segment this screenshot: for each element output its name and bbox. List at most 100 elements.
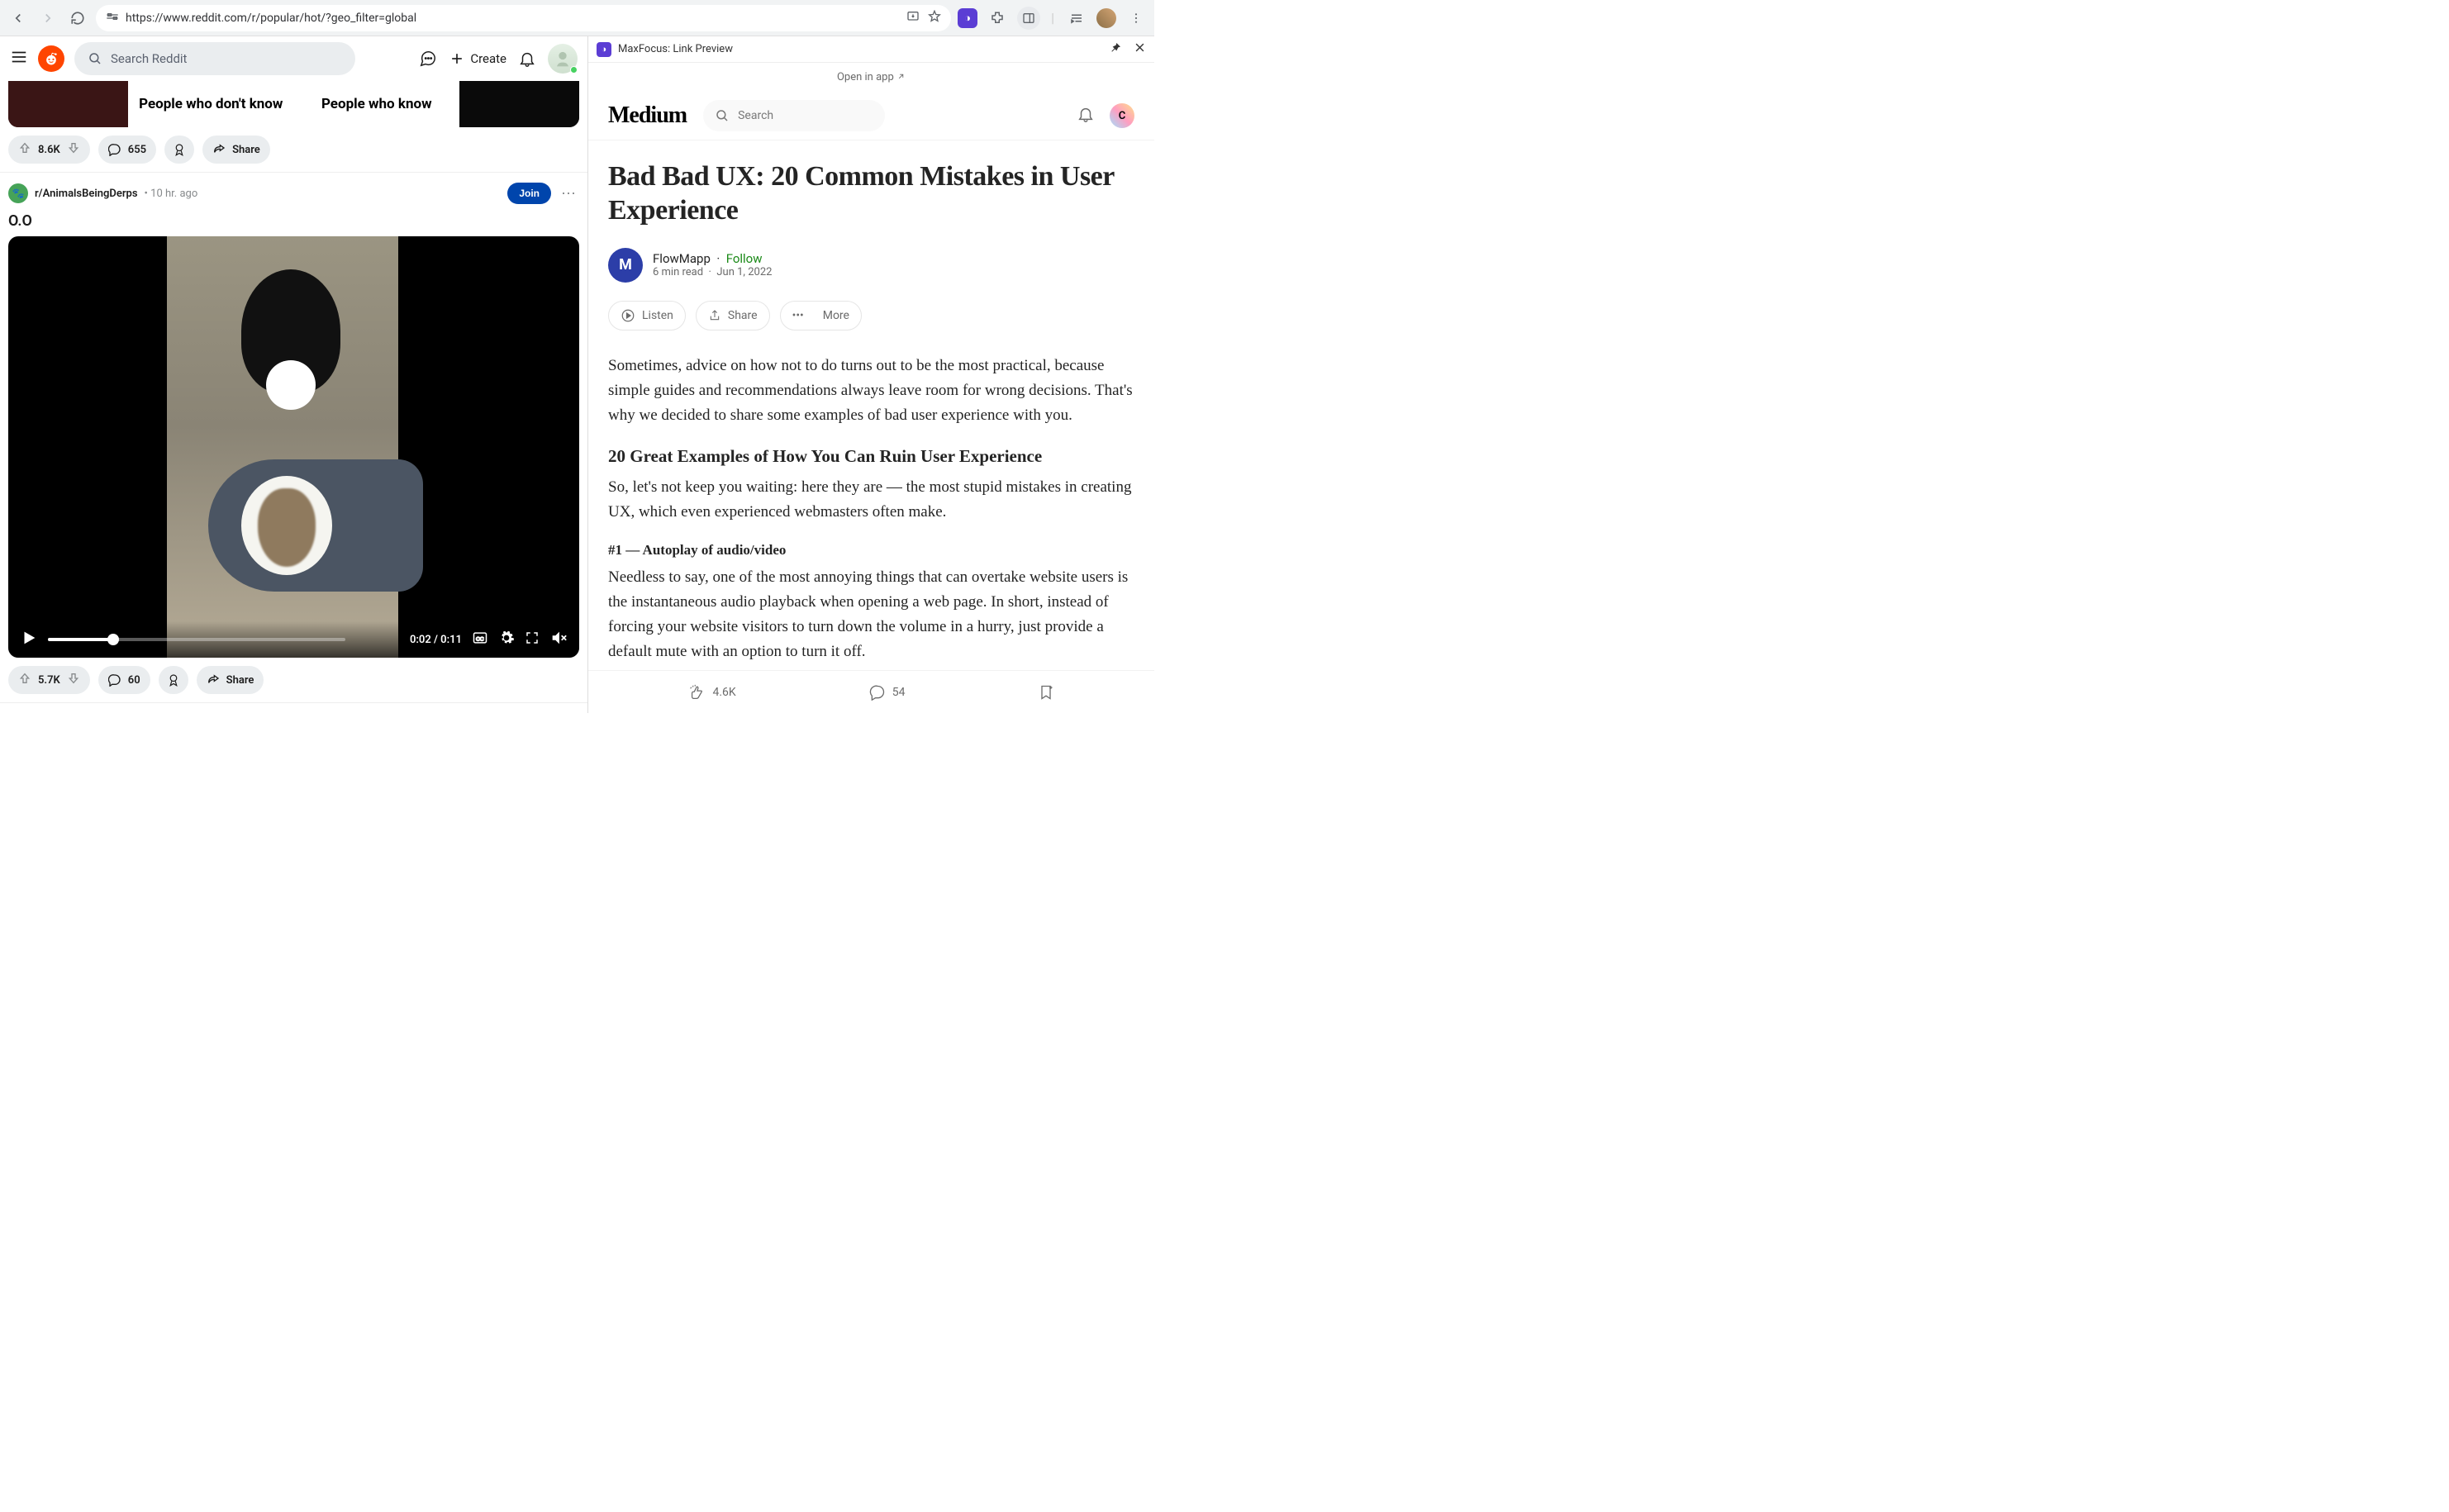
extension-header: ◑ MaxFocus: Link Preview xyxy=(588,36,1154,63)
award-button[interactable] xyxy=(164,136,194,164)
vote-count: 8.6K xyxy=(38,144,60,156)
forward-button[interactable] xyxy=(36,7,59,30)
extension-logo-icon: ◑ xyxy=(597,42,611,57)
responses-button[interactable]: 54 xyxy=(869,684,906,701)
medium-logo[interactable]: Medium xyxy=(608,102,687,129)
article-title: Bad Bad UX: 20 Common Mistakes in User E… xyxy=(608,160,1134,228)
engagement-bar: 4.6K 54 xyxy=(588,670,1154,713)
create-button[interactable]: Create xyxy=(449,50,506,67)
extension-name: MaxFocus: Link Preview xyxy=(618,43,733,55)
response-count: 54 xyxy=(892,686,906,699)
seek-bar[interactable] xyxy=(48,638,345,641)
post-video[interactable]: 0:02 / 0:11 CC xyxy=(8,236,579,658)
comments-button[interactable]: 60 xyxy=(98,666,150,694)
chrome-profile-avatar[interactable] xyxy=(1096,8,1116,28)
comments-button[interactable]: 655 xyxy=(98,136,156,164)
extension-badge-icon[interactable]: ◑ xyxy=(958,8,977,28)
reddit-header: Search Reddit Create xyxy=(0,36,587,81)
downvote-icon[interactable] xyxy=(67,141,80,158)
media-control-icon[interactable] xyxy=(1065,7,1088,30)
comment-icon xyxy=(108,143,121,156)
article-heading: 20 Great Examples of How You Can Ruin Us… xyxy=(608,443,1134,470)
upvote-icon[interactable] xyxy=(18,672,31,688)
vote-pill[interactable]: 8.6K xyxy=(8,136,90,164)
meme-text-right: People who know xyxy=(294,81,460,127)
share-label: Share xyxy=(232,144,260,156)
chat-icon[interactable] xyxy=(419,50,437,68)
post-image[interactable]: People who don't know People who know xyxy=(8,81,579,127)
medium-search-input[interactable]: Search xyxy=(703,100,885,131)
post-card: People who don't know People who know 8.… xyxy=(0,81,587,173)
post-more-icon[interactable]: ⋯ xyxy=(558,185,579,202)
notifications-icon[interactable] xyxy=(1077,105,1095,126)
comment-icon xyxy=(108,673,121,687)
video-time: 0:02 / 0:11 xyxy=(410,634,462,646)
search-icon xyxy=(88,51,102,66)
clap-button[interactable]: 4.6K xyxy=(688,683,736,701)
bookmark-button[interactable] xyxy=(1038,684,1054,701)
medium-avatar[interactable]: C xyxy=(1110,103,1134,128)
article-paragraph: So, let's not keep you waiting: here the… xyxy=(608,475,1134,525)
clap-count: 4.6K xyxy=(713,686,736,699)
award-icon xyxy=(166,673,181,687)
vote-pill[interactable]: 5.7K xyxy=(8,666,90,694)
share-button[interactable]: Share xyxy=(696,301,770,330)
search-placeholder: Search Reddit xyxy=(111,51,187,66)
chrome-menu-icon[interactable] xyxy=(1125,7,1148,30)
listen-button[interactable]: Listen xyxy=(608,301,686,330)
reload-button[interactable] xyxy=(66,7,89,30)
award-button[interactable] xyxy=(159,666,188,694)
browser-toolbar: https://www.reddit.com/r/popular/hot/?ge… xyxy=(0,0,1154,36)
post-card: ? r/maybemaybemaybe • 13 hr. ago Join ⋯ … xyxy=(0,703,587,713)
reddit-pane: Search Reddit Create People who don't kn… xyxy=(0,36,588,713)
publish-date: Jun 1, 2022 xyxy=(716,266,772,278)
mute-icon[interactable] xyxy=(549,629,568,650)
menu-icon[interactable] xyxy=(10,48,28,70)
search-placeholder: Search xyxy=(738,109,773,122)
site-settings-icon[interactable] xyxy=(106,10,119,26)
install-app-icon[interactable] xyxy=(906,10,920,26)
upvote-icon[interactable] xyxy=(18,141,31,158)
article-paragraph: Needless to say, one of the most annoyin… xyxy=(608,565,1134,664)
bookmark-icon[interactable] xyxy=(928,10,941,26)
reddit-logo-icon[interactable] xyxy=(38,45,64,72)
video-controls: 0:02 / 0:11 CC xyxy=(8,621,579,658)
share-button[interactable]: Share xyxy=(197,666,264,694)
search-icon xyxy=(715,108,730,123)
preview-pane: ◑ MaxFocus: Link Preview Open in app Med… xyxy=(588,36,1154,713)
follow-link[interactable]: Follow xyxy=(726,251,763,266)
bookmark-icon xyxy=(1038,684,1054,701)
share-icon xyxy=(212,143,226,156)
article-content: Bad Bad UX: 20 Common Mistakes in User E… xyxy=(588,140,1154,704)
more-button[interactable]: ••• More xyxy=(780,301,862,330)
subreddit-link[interactable]: r/AnimalsBeingDerps xyxy=(35,188,138,200)
notifications-icon[interactable] xyxy=(518,50,536,68)
comment-count: 655 xyxy=(128,144,146,156)
fullscreen-icon[interactable] xyxy=(525,630,540,649)
comment-count: 60 xyxy=(128,674,140,687)
back-button[interactable] xyxy=(7,7,30,30)
post-title[interactable]: O.O xyxy=(8,209,579,236)
post-card: 🐾 r/AnimalsBeingDerps • 10 hr. ago Join … xyxy=(0,173,587,703)
extensions-icon[interactable] xyxy=(986,7,1009,30)
vote-count: 5.7K xyxy=(38,674,60,687)
join-button[interactable]: Join xyxy=(507,183,551,204)
reddit-avatar[interactable] xyxy=(548,44,578,74)
close-icon[interactable] xyxy=(1134,41,1146,58)
more-icon: ••• xyxy=(792,309,804,322)
post-age: • 10 hr. ago xyxy=(145,188,198,200)
reddit-search-input[interactable]: Search Reddit xyxy=(74,42,355,75)
share-button[interactable]: Share xyxy=(202,136,270,164)
address-bar[interactable]: https://www.reddit.com/r/popular/hot/?ge… xyxy=(96,5,951,31)
open-in-app-link[interactable]: Open in app xyxy=(588,63,1154,92)
downvote-icon[interactable] xyxy=(67,672,80,688)
author-avatar[interactable]: M xyxy=(608,248,643,283)
author-name[interactable]: FlowMapp xyxy=(653,251,711,266)
play-icon[interactable] xyxy=(20,629,38,650)
article-paragraph: Sometimes, advice on how not to do turns… xyxy=(608,354,1134,428)
captions-icon[interactable]: CC xyxy=(472,630,488,649)
side-panel-icon[interactable] xyxy=(1017,7,1040,30)
settings-icon[interactable] xyxy=(498,630,515,649)
subreddit-avatar[interactable]: 🐾 xyxy=(8,183,28,203)
pin-icon[interactable] xyxy=(1109,41,1122,58)
